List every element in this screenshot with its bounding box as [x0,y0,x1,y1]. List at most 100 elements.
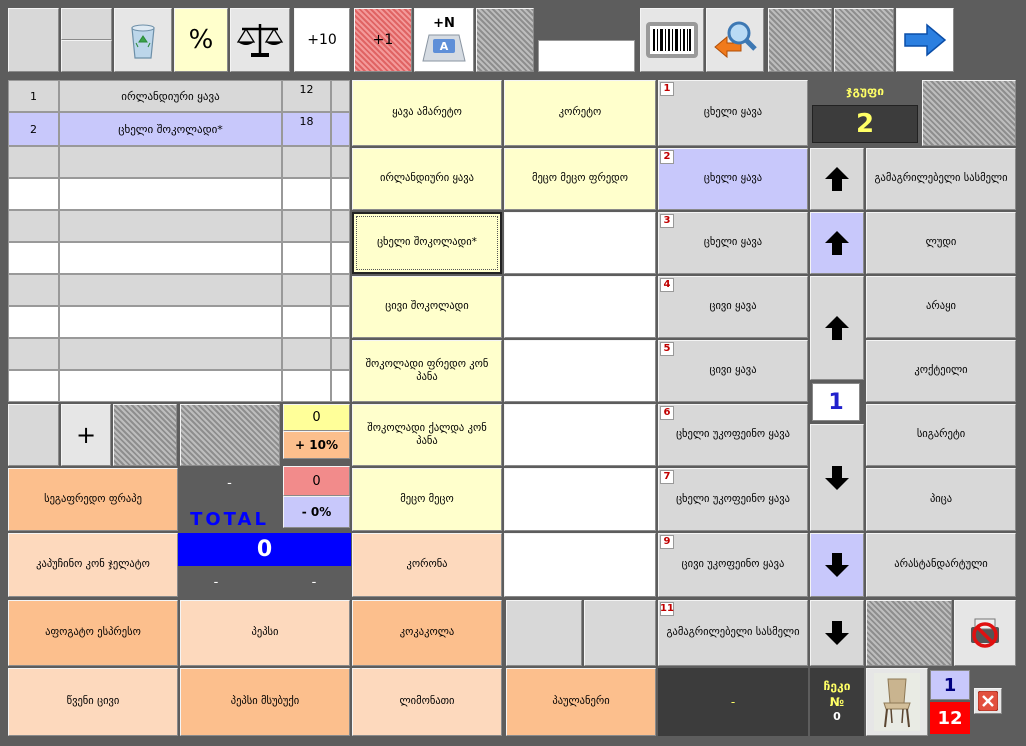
order-empty-cell[interactable] [8,178,59,210]
product-hot-chocolate[interactable]: ცხელი შოკოლადი* [352,212,502,274]
order-empty-cell[interactable] [8,306,59,338]
table-button[interactable] [866,668,928,736]
order-empty-cell[interactable] [8,274,59,306]
order-row-1-no[interactable]: 1 [8,80,59,112]
order-empty-cell[interactable] [8,338,59,370]
product-cold-chocolate[interactable]: ცივი შოკოლადი [352,276,502,338]
order-empty-cell[interactable] [282,210,331,242]
order-empty-cell[interactable] [331,242,350,274]
cancel-print-button[interactable] [954,600,1016,666]
order-empty-cell[interactable] [59,338,282,370]
order-empty-cell[interactable] [331,274,350,306]
order-empty-cell[interactable] [59,178,282,210]
scroll-up-fast-button[interactable] [810,148,864,210]
order-empty-cell[interactable] [282,370,331,402]
plusN-button[interactable]: +N A [414,8,474,72]
search-button[interactable] [706,8,764,72]
product-pepsi-light[interactable]: პეპსი მსუბუქი [180,668,350,736]
markup-value[interactable]: 0 [283,404,350,431]
scroll-down-fast-button[interactable] [810,600,864,666]
product-mezzo-freddo[interactable]: მეცო მეცო ფრედო [504,148,656,210]
order-empty-cell[interactable] [282,274,331,306]
group-item-5[interactable]: 5 ცივი ყავა [658,340,808,402]
product-cocacola[interactable]: კოკაკოლა [352,600,502,666]
product-corretto[interactable]: კორეტო [504,80,656,146]
barcode-input[interactable] [538,40,635,72]
product-juice-cold[interactable]: წვენი ცივი [8,668,178,736]
blank-product-1[interactable] [506,600,582,666]
category-vodka[interactable]: არაყი [866,276,1016,338]
order-empty-cell[interactable] [282,306,331,338]
blank-button[interactable] [8,8,59,72]
order-empty-cell[interactable] [59,306,282,338]
category-cigarettes[interactable]: სიგარეტი [866,404,1016,466]
order-empty-cell[interactable] [8,210,59,242]
group-item-9[interactable]: 9 ცივი უკოფეინო ყავა [658,533,808,597]
product-mezzo-mezzo[interactable]: მეცო მეცო [352,468,502,531]
plus10-button[interactable]: +10 [294,8,350,72]
order-row-2-name[interactable]: ცხელი შოკოლადი* [59,112,282,146]
order-empty-cell[interactable] [331,370,350,402]
order-empty-cell[interactable] [8,370,59,402]
order-empty-cell[interactable] [8,242,59,274]
product-amaretto-coffee[interactable]: ყავა ამარეტო [352,80,502,146]
product-pepsi[interactable]: პეპსი [180,600,350,666]
order-row-1-name[interactable]: ირლანდიური ყავა [59,80,282,112]
order-empty-cell[interactable] [282,242,331,274]
order-empty-cell[interactable] [331,146,350,178]
order-empty-cell[interactable] [282,178,331,210]
scroll-up-button[interactable] [810,212,864,274]
category-nonstandard[interactable]: არასტანდარტული [866,533,1016,597]
add-button[interactable]: + [61,404,111,466]
empty-product-4[interactable] [504,404,656,466]
order-row-1-qty[interactable]: 12 [282,80,331,112]
close-button[interactable] [974,688,1002,714]
next-button[interactable] [896,8,954,72]
scroll-down-button[interactable] [810,533,864,597]
product-paulaner[interactable]: პაულანერი [506,668,656,736]
order-row-2-qty[interactable]: 18 [282,112,331,146]
order-empty-cell[interactable] [331,210,350,242]
order-empty-cell[interactable] [282,146,331,178]
order-empty-cell[interactable] [59,242,282,274]
product-cappuccino-gelato[interactable]: კაპუჩინო კონ ჯელატო [8,533,178,597]
blank-button-bottom[interactable] [61,40,112,72]
group-item-6[interactable]: 6 ცხელი უკოფეინო ყავა [658,404,808,466]
empty-product-5[interactable] [504,468,656,531]
product-irish-coffee[interactable]: ირლანდიური ყავა [352,148,502,210]
percent-button[interactable]: % [174,8,228,72]
product-chocolate-freddo[interactable]: შოკოლადი ფრედო კონ პანა [352,340,502,402]
group-item-7[interactable]: 7 ცხელი უკოფეინო ყავა [658,468,808,531]
blank-button-top[interactable] [61,8,112,40]
group-item-11[interactable]: 11 გამაგრილებელი სასმელი [658,600,808,666]
order-row-2-no[interactable]: 2 [8,112,59,146]
order-empty-cell[interactable] [331,306,350,338]
barcode-button[interactable] [640,8,704,72]
order-empty-cell[interactable] [59,146,282,178]
plus1-button[interactable]: +1 [354,8,412,72]
blank-order-button[interactable] [8,404,59,466]
product-affogato[interactable]: აფოგატო ესპრესო [8,600,178,666]
product-chocolate-calda[interactable]: შოკოლადი ქალდა კონ პანა [352,404,502,466]
product-segafredo-frappe[interactable]: სეგაფრედო ფრაპე [8,468,178,531]
product-lemonade[interactable]: ლიმონათი [352,668,502,736]
category-cocktail[interactable]: კოქტეილი [866,340,1016,402]
empty-product-2[interactable] [504,276,656,338]
order-empty-cell[interactable] [8,146,59,178]
product-corona[interactable]: კორონა [352,533,502,597]
recycle-bin-button[interactable] [114,8,172,72]
category-beer[interactable]: ლუდი [866,212,1016,274]
group-item-4[interactable]: 4 ცივი ყავა [658,276,808,338]
category-pizza[interactable]: პიცა [866,468,1016,531]
blank-product-2[interactable] [584,600,656,666]
markup-button[interactable]: + 10% [283,431,350,459]
scroll-down-page-button[interactable] [810,424,864,531]
empty-product-1[interactable] [504,212,656,274]
empty-product-3[interactable] [504,340,656,402]
category-soft-drinks[interactable]: გამაგრილებელი სასმელი [866,148,1016,210]
group-item-1[interactable]: 1 ცხელი ყავა [658,80,808,146]
order-empty-cell[interactable] [331,338,350,370]
empty-product-6[interactable] [504,533,656,597]
discount-button[interactable]: - 0% [283,496,350,528]
order-empty-cell[interactable] [59,370,282,402]
